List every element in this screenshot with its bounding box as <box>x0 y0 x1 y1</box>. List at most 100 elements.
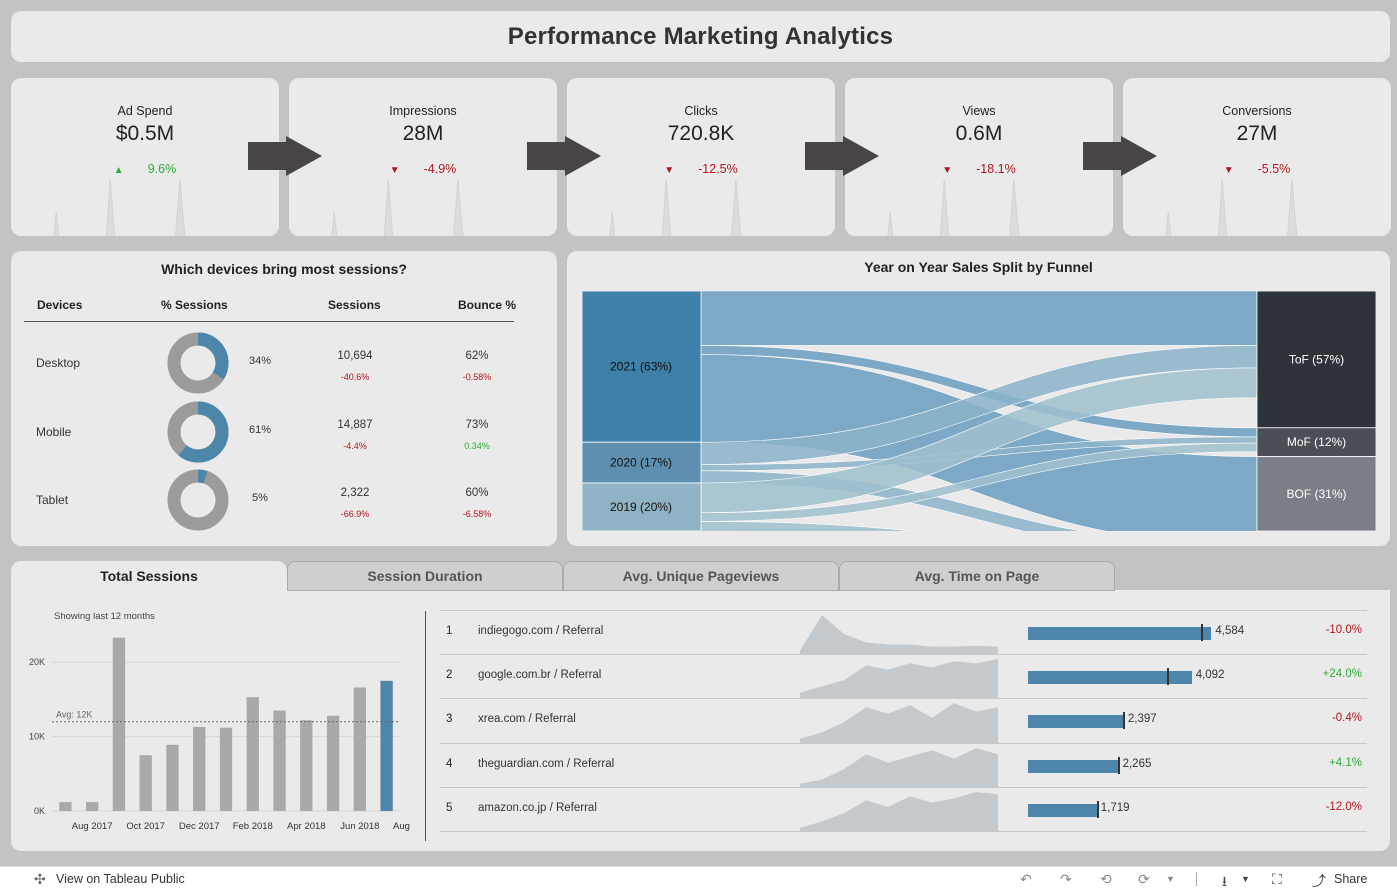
session-bar[interactable] <box>85 802 99 811</box>
dashboard-title-panel: Performance Marketing Analytics <box>11 11 1390 62</box>
referral-row[interactable]: 3 xrea.com / Referral 2,397 -0.4% <box>440 698 1367 743</box>
x-tick-label: Feb 2018 <box>233 821 273 832</box>
referral-row[interactable]: 4 theguardian.com / Referral 2,265 +4.1% <box>440 743 1367 788</box>
redo-icon[interactable]: ↷ <box>1060 871 1072 888</box>
share-icon[interactable]: ⤴ <box>1312 871 1326 889</box>
fullscreen-icon[interactable]: ⛶ <box>1272 871 1282 888</box>
referral-row[interactable]: 5 amazon.co.jp / Referral 1,719 -12.0% <box>440 787 1367 832</box>
referral-bar[interactable] <box>1028 760 1119 773</box>
kpi-label: Impressions <box>389 104 457 118</box>
trend-down-icon: ▼ <box>389 165 400 176</box>
trend-down-icon: ▼ <box>1223 165 1234 176</box>
session-bar[interactable] <box>273 710 286 811</box>
device-share-donut[interactable]: 5% <box>167 469 268 531</box>
referral-target-marker <box>1117 757 1120 774</box>
funnel-arrow-icon <box>805 136 879 176</box>
device-share-donut[interactable]: 61% <box>167 401 271 463</box>
download-menu-chevron-icon[interactable]: ▼ <box>1241 874 1250 884</box>
kpi-change: ▼ -5.5% <box>1123 162 1391 176</box>
kpi-change: ▼ -12.5% <box>567 162 835 176</box>
referral-sparkline <box>800 615 998 655</box>
referral-source: indiegogo.com / Referral <box>478 625 604 637</box>
refresh-icon[interactable]: ⟳ <box>1138 871 1150 888</box>
kpi-card-impressions[interactable]: Impressions 28M ▼ -4.9% <box>289 78 557 236</box>
tab-avg-time-on-page[interactable]: Avg. Time on Page <box>839 561 1115 591</box>
device-name: Mobile <box>36 425 72 439</box>
device-bounce-change: -0.58% <box>462 372 492 382</box>
referral-sparkline <box>800 659 998 699</box>
referral-value: 2,265 <box>1122 758 1152 770</box>
referral-sparkline <box>800 748 998 788</box>
session-bar[interactable] <box>380 680 393 811</box>
device-name: Tablet <box>36 493 69 507</box>
view-on-tableau-link[interactable]: View on Tableau Public <box>56 872 185 886</box>
tab-session-duration[interactable]: Session Duration <box>287 561 563 591</box>
device-sessions-change: -40.6% <box>340 372 370 382</box>
donut-label: 34% <box>248 355 272 367</box>
kpi-change-value: -4.9% <box>423 162 457 176</box>
tab-avg-unique-pageviews[interactable]: Avg. Unique Pageviews <box>563 561 839 591</box>
device-bounce: 62% <box>465 350 489 362</box>
device-sessions-change: -66.9% <box>340 509 370 519</box>
kpi-card-views[interactable]: Views 0.6M ▼ -18.1% <box>845 78 1113 236</box>
x-tick-label: Jun 2018 <box>340 821 379 832</box>
sankey-funnel-label: BOF (31%) <box>1286 487 1346 501</box>
kpi-value: 720.8K <box>667 122 735 145</box>
referral-target-marker <box>1097 801 1099 818</box>
revert-icon[interactable]: ⟲ <box>1100 871 1112 888</box>
undo-icon[interactable]: ↶ <box>1020 871 1032 888</box>
referral-source: xrea.com / Referral <box>478 713 576 725</box>
referral-value: 4,584 <box>1215 625 1245 637</box>
kpi-card-clicks[interactable]: Clicks 720.8K ▼ -12.5% <box>567 78 835 236</box>
referral-bar[interactable] <box>1028 627 1212 640</box>
session-bar[interactable] <box>59 802 72 811</box>
referral-target-marker <box>1167 668 1169 685</box>
session-bar[interactable] <box>353 687 367 811</box>
session-bar[interactable] <box>166 744 179 811</box>
referral-bar[interactable] <box>1028 804 1097 817</box>
refresh-menu-chevron-icon[interactable]: ▼ <box>1166 874 1175 884</box>
funnel-arrow-icon <box>527 136 601 176</box>
tab-total-sessions[interactable]: Total Sessions <box>11 561 287 591</box>
devices-header-pct: % Sessions <box>161 298 228 312</box>
session-bar[interactable] <box>219 727 233 811</box>
kpi-card-conversions[interactable]: Conversions 27M ▼ -5.5% <box>1123 78 1391 236</box>
share-button[interactable]: Share <box>1334 872 1367 886</box>
kpi-label: Conversions <box>1222 104 1292 118</box>
session-bar[interactable] <box>326 715 340 811</box>
sankey-flow[interactable] <box>700 291 1258 346</box>
device-sessions: 10,694 <box>337 350 373 362</box>
trend-down-icon: ▼ <box>942 165 953 176</box>
session-bar[interactable] <box>139 755 152 811</box>
referral-row[interactable]: 1 indiegogo.com / Referral 4,584 -10.0% <box>440 610 1367 655</box>
kpi-value: 0.6M <box>955 122 1003 145</box>
referral-target-marker <box>1122 712 1125 729</box>
referral-value: 1,719 <box>1100 802 1130 814</box>
device-share-donut[interactable]: 34% <box>167 332 271 394</box>
sankey-chart[interactable]: 2021 (63%) 2020 (17%) 2019 (20%) ToF (57%) M… <box>582 291 1376 531</box>
toolbar-divider <box>1196 872 1197 886</box>
y-tick-label: 10K <box>29 732 45 742</box>
kpi-label: Views <box>962 104 996 118</box>
referral-bar[interactable] <box>1028 715 1124 728</box>
session-bar[interactable] <box>300 720 313 811</box>
referral-source: theguardian.com / Referral <box>478 758 615 770</box>
session-bar[interactable] <box>112 637 126 811</box>
kpi-card-ad-spend[interactable]: Ad Spend $0.5M ▲ 9.6% <box>11 78 279 236</box>
session-bar[interactable] <box>193 726 206 811</box>
kpi-sparkline <box>609 179 742 236</box>
sankey-year-label: 2020 (17%) <box>610 456 672 470</box>
download-icon[interactable]: ⭳ <box>1222 871 1227 889</box>
device-bounce-change: -6.58% <box>462 509 492 519</box>
session-bar[interactable] <box>246 697 259 811</box>
kpi-change-value: 9.6% <box>147 162 177 176</box>
chart-divider <box>425 611 426 841</box>
referral-row[interactable]: 2 google.com.br / Referral 4,092 +24.0% <box>440 654 1367 699</box>
referral-change: -0.4% <box>1331 712 1362 724</box>
average-label: Avg: 12K <box>56 710 92 720</box>
referral-value: 4,092 <box>1195 669 1225 681</box>
tableau-logo-icon: ✣ <box>34 871 46 887</box>
referral-change: -12.0% <box>1325 801 1362 813</box>
funnel-arrow-icon <box>1083 136 1157 176</box>
x-tick-label: Dec 2017 <box>179 821 220 832</box>
